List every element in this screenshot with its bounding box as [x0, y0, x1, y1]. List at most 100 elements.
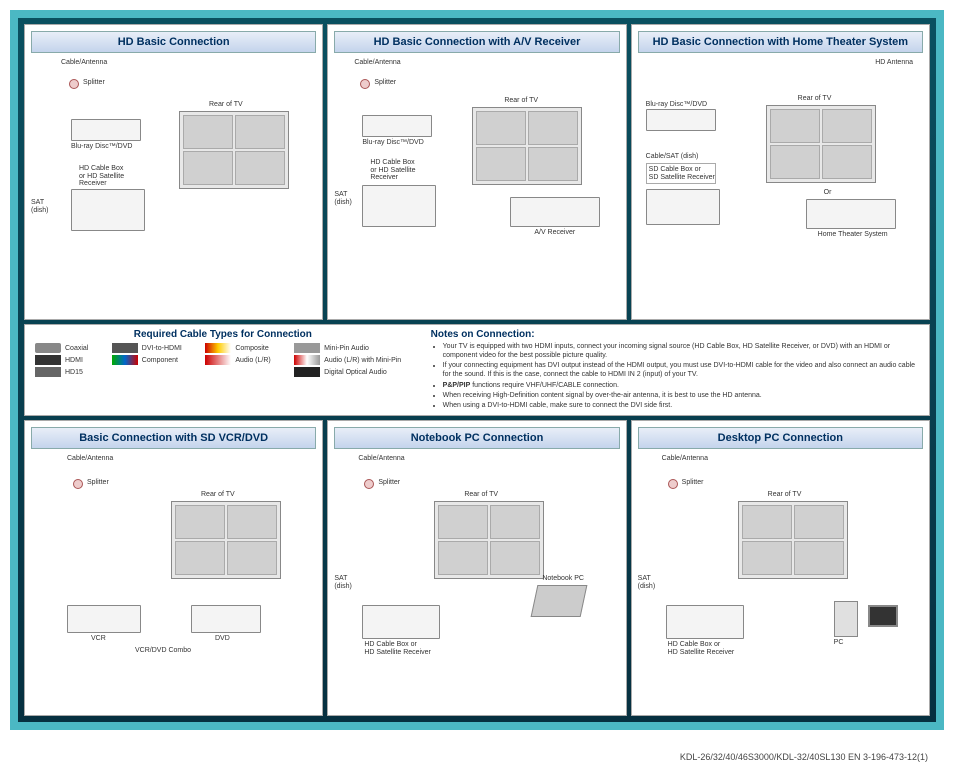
- cable-label: Component: [142, 357, 178, 364]
- splitter-icon: [73, 479, 83, 489]
- tv-rear-icon: [472, 107, 582, 185]
- label-sat: SAT (dish): [638, 575, 656, 590]
- vcr-icon: [67, 605, 141, 633]
- label-splitter: Splitter: [374, 79, 396, 87]
- cable-item: HDMI: [35, 355, 98, 365]
- panel-title: Basic Connection with SD VCR/DVD: [31, 427, 316, 449]
- cable-item: Coaxial: [35, 343, 98, 353]
- label-cable-antenna: Cable/Antenna: [662, 455, 708, 463]
- label-pc: PC: [834, 639, 844, 647]
- cable-label: Coaxial: [65, 345, 88, 352]
- label-rear-tv: Rear of TV: [209, 101, 243, 109]
- label-sat: SAT (dish): [334, 575, 352, 590]
- note-item: P&P/PIP P&P/PIP functions require VHF/UH…: [443, 381, 919, 390]
- label-rear-tv: Rear of TV: [201, 491, 235, 499]
- notebook-icon: [531, 585, 588, 617]
- bluray-icon: [646, 109, 716, 131]
- cable-item: HD15: [35, 367, 98, 377]
- cable-icon: [112, 343, 138, 353]
- label-rear-tv: Rear of TV: [798, 95, 832, 103]
- cable-label: HD15: [65, 369, 83, 376]
- diagram: Cable/Antenna Splitter Rear of TV SAT (d…: [334, 455, 619, 709]
- label-cablebox: HD Cable Box or HD Satellite Receiver: [370, 159, 415, 182]
- cable-item: Mini-Pin Audio: [294, 343, 410, 353]
- info-row: Required Cable Types for Connection Coax…: [24, 324, 930, 416]
- cable-icon: [205, 355, 231, 365]
- diagram: Cable/Antenna Splitter Rear of TV VCR DV…: [31, 455, 316, 709]
- cable-label: Mini-Pin Audio: [324, 345, 369, 352]
- cables-block: Required Cable Types for Connection Coax…: [35, 329, 411, 377]
- label-cablebox: HD Cable Box or HD Satellite Receiver: [668, 641, 735, 656]
- cable-icon: [35, 367, 61, 377]
- cable-icon: [35, 343, 61, 353]
- label-splitter: Splitter: [83, 79, 105, 87]
- tv-rear-icon: [738, 501, 848, 579]
- monitor-icon: [868, 605, 898, 627]
- splitter-icon: [69, 79, 79, 89]
- label-bluray: Blu-ray Disc™/DVD: [362, 139, 423, 147]
- cable-item: Component: [112, 355, 192, 365]
- desktop-tower-icon: [834, 601, 858, 637]
- label-cablebox: HD Cable Box or HD Satellite Receiver: [364, 641, 431, 656]
- panel-title: Notebook PC Connection: [334, 427, 619, 449]
- label-sat: SAT (dish): [31, 199, 49, 214]
- label-bluray: Blu-ray Disc™/DVD: [71, 143, 132, 151]
- label-dvd: DVD: [215, 635, 230, 643]
- label-avr: A/V Receiver: [534, 229, 575, 237]
- cablebox-icon: [71, 189, 145, 231]
- bluray-icon: [362, 115, 432, 137]
- cable-label: Digital Optical Audio: [324, 369, 387, 376]
- cable-item: Composite: [205, 343, 280, 353]
- cable-icon: [294, 343, 320, 353]
- diagram: Cable/Antenna Splitter Rear of TV Blu-ra…: [334, 59, 619, 313]
- avr-icon: [510, 197, 600, 227]
- cable-icon: [205, 343, 231, 353]
- layout-grid: HD Basic Connection Cable/Antenna Splitt…: [24, 24, 930, 716]
- label-hts: Home Theater System: [818, 231, 888, 239]
- panel-notebook: Notebook PC Connection Cable/Antenna Spl…: [327, 420, 626, 716]
- cable-label: DVI-to-HDMI: [142, 345, 182, 352]
- label-cablebox: HD Cable Box or HD Satellite Receiver: [79, 165, 124, 188]
- page-frame: HD Basic Connection Cable/Antenna Splitt…: [10, 10, 944, 730]
- cablebox-icon: [362, 185, 436, 227]
- tv-rear-icon: [179, 111, 289, 189]
- cable-item: Digital Optical Audio: [294, 367, 410, 377]
- panel-hd-avr: HD Basic Connection with A/V Receiver Ca…: [327, 24, 626, 320]
- panel-desktop: Desktop PC Connection Cable/Antenna Spli…: [631, 420, 930, 716]
- diagram: Cable/Antenna Splitter Rear of TV SAT (d…: [638, 455, 923, 709]
- label-cable-antenna: Cable/Antenna: [358, 455, 404, 463]
- cable-item: Audio (L/R): [205, 355, 280, 365]
- notes-list: Your TV is equipped with two HDMI inputs…: [431, 342, 919, 410]
- notes-block: Notes on Connection: Your TV is equipped…: [431, 329, 919, 411]
- panel-title: HD Basic Connection with A/V Receiver: [334, 31, 619, 53]
- cable-icon: [35, 355, 61, 365]
- tv-rear-icon: [434, 501, 544, 579]
- label-cablesat: Cable/SAT (dish): [646, 153, 699, 161]
- note-item: When receiving High-Definition content s…: [443, 391, 919, 400]
- splitter-icon: [668, 479, 678, 489]
- label-sat: SAT (dish): [334, 191, 352, 206]
- label-notebook: Notebook PC: [542, 575, 584, 583]
- diagram: Cable/Antenna Splitter Rear of TV Blu-ra…: [31, 59, 316, 313]
- hts-icon: [806, 199, 896, 229]
- panel-hd-hts: HD Basic Connection with Home Theater Sy…: [631, 24, 930, 320]
- cable-label: Composite: [235, 345, 268, 352]
- cable-label: Audio (L/R): [235, 357, 270, 364]
- panel-title: HD Basic Connection with Home Theater Sy…: [638, 31, 923, 53]
- cablebox-icon: [666, 605, 744, 639]
- cable-label: HDMI: [65, 357, 83, 364]
- label-cable-antenna: Cable/Antenna: [67, 455, 113, 463]
- panel-hd-basic: HD Basic Connection Cable/Antenna Splitt…: [24, 24, 323, 320]
- label-bluray: Blu-ray Disc™/DVD: [646, 101, 707, 109]
- label-hd-antenna: HD Antenna: [875, 59, 913, 67]
- cable-icon: [294, 355, 320, 365]
- diagram: HD Antenna Rear of TV Blu-ray Disc™/DVD …: [638, 59, 923, 313]
- footer-model-ref: KDL-26/32/40/46S3000/KDL-32/40SL130 EN 3…: [0, 752, 928, 762]
- label-splitter: Splitter: [87, 479, 109, 487]
- note-item: If your connecting equipment has DVI out…: [443, 361, 919, 379]
- label-combo: VCR/DVD Combo: [135, 647, 191, 655]
- label-rear-tv: Rear of TV: [768, 491, 802, 499]
- cable-grid: Coaxial DVI-to-HDMI Composite Mini-Pin A…: [35, 343, 411, 377]
- panel-title: HD Basic Connection: [31, 31, 316, 53]
- notes-title: Notes on Connection:: [431, 329, 919, 340]
